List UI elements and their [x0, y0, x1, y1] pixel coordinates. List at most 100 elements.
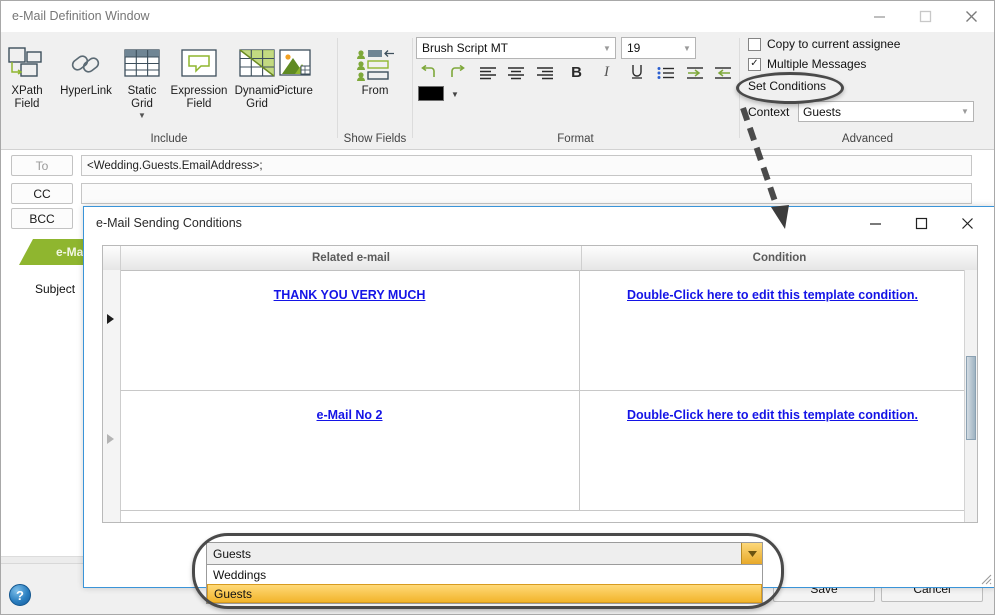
- dialog-title-bar: e-Mail Sending Conditions: [84, 207, 994, 239]
- picture-label: Picture: [277, 85, 313, 97]
- checkbox-box: ✓: [748, 57, 761, 71]
- cell-related-email[interactable]: e-Mail No 2: [120, 390, 580, 510]
- hyperlink-button[interactable]: HyperLink: [53, 38, 119, 98]
- ribbon-group-label-show-fields: Show Fields: [343, 133, 407, 145]
- multiple-messages-checkbox[interactable]: ✓ Multiple Messages: [748, 57, 866, 71]
- expression-field-icon: [167, 38, 231, 82]
- edit-condition-link[interactable]: Double-Click here to edit this template …: [627, 408, 918, 422]
- dynamic-grid-label-2: Grid: [246, 98, 268, 110]
- redo-icon[interactable]: [445, 61, 470, 85]
- expression-field-label-2: Field: [186, 98, 212, 110]
- row-selector-arrow[interactable]: [107, 434, 114, 444]
- row-selector-arrow[interactable]: [107, 314, 114, 324]
- copy-to-assignee-checkbox[interactable]: Copy to current assignee: [748, 37, 900, 51]
- from-fields-icon: [347, 38, 403, 82]
- email-sending-conditions-dialog: e-Mail Sending Conditions Related e-mail: [83, 206, 994, 588]
- resize-grip-icon[interactable]: [978, 571, 992, 585]
- xpath-field-label-2: Field: [14, 98, 40, 110]
- cc-button[interactable]: CC: [11, 183, 73, 204]
- to-input[interactable]: <Wedding.Guests.EmailAddress>;: [81, 155, 972, 176]
- underline-icon[interactable]: [624, 60, 649, 84]
- chevron-down-icon[interactable]: ▼: [599, 44, 615, 53]
- color-dropdown-caret-icon[interactable]: ▼: [451, 90, 459, 99]
- related-email-link[interactable]: e-Mail No 2: [317, 408, 383, 422]
- minimize-icon[interactable]: [852, 209, 898, 237]
- subject-label: Subject: [35, 282, 76, 296]
- edit-condition-link[interactable]: Double-Click here to edit this template …: [627, 288, 918, 302]
- ribbon-toolbar: XPath Field HyperLink Static Grid ▼ Expr…: [1, 32, 994, 150]
- align-center-icon[interactable]: [503, 61, 528, 85]
- picture-icon: [267, 38, 323, 82]
- chevron-down-icon[interactable]: ▼: [957, 107, 973, 116]
- static-grid-caret-icon[interactable]: ▼: [117, 112, 167, 120]
- help-icon[interactable]: ?: [9, 584, 31, 606]
- static-grid-label-1: Static: [127, 85, 157, 97]
- multiple-messages-label: Multiple Messages: [767, 57, 867, 71]
- copy-to-assignee-label: Copy to current assignee: [767, 37, 901, 51]
- context-combo[interactable]: Guests ▼: [798, 101, 974, 122]
- conditions-grid: Related e-mail Condition THANK YOU VERY …: [102, 245, 978, 523]
- bullet-list-icon[interactable]: [653, 61, 678, 85]
- hyperlink-label: HyperLink: [60, 85, 112, 97]
- maximize-icon[interactable]: [902, 1, 948, 32]
- expression-field-label-1: Expression: [170, 85, 228, 97]
- cell-condition[interactable]: Double-Click here to edit this template …: [581, 390, 964, 510]
- related-email-link[interactable]: THANK YOU VERY MUCH: [274, 288, 426, 302]
- xpath-field-icon: [3, 38, 51, 82]
- ribbon-group-label-advanced: Advanced: [841, 133, 894, 145]
- grid-row-indicator-column: [103, 270, 121, 522]
- xpath-field-label-1: XPath: [11, 85, 43, 97]
- window-title: e-Mail Definition Window: [12, 9, 150, 23]
- table-row[interactable]: e-Mail No 2 Double-Click here to edit th…: [120, 390, 977, 511]
- scrollbar-thumb[interactable]: [966, 356, 976, 440]
- from-label: From: [361, 85, 389, 97]
- ribbon-group-format: Brush Script MT ▼ 19 ▼ B I ▼ Format: [413, 32, 738, 149]
- cell-condition[interactable]: Double-Click here to edit this template …: [581, 270, 964, 390]
- minimize-icon[interactable]: [856, 1, 902, 32]
- static-grid-label-2: Grid: [131, 98, 153, 110]
- cell-related-email[interactable]: THANK YOU VERY MUCH: [120, 270, 580, 390]
- font-size-combo[interactable]: 19 ▼: [621, 37, 696, 59]
- static-grid-button[interactable]: Static Grid ▼: [117, 38, 167, 120]
- ribbon-group-label-format: Format: [557, 133, 594, 145]
- hyperlink-icon: [53, 38, 119, 82]
- email-definition-window: e-Mail Definition Window XPath Field Hyp…: [0, 0, 995, 615]
- context-label: Context: [748, 105, 790, 119]
- checkbox-box: [748, 37, 761, 51]
- cc-label: CC: [33, 186, 51, 201]
- bcc-button[interactable]: BCC: [11, 208, 73, 229]
- table-row[interactable]: THANK YOU VERY MUCH Double-Click here to…: [120, 270, 977, 391]
- picture-button[interactable]: Picture: [267, 38, 323, 98]
- increase-indent-icon[interactable]: [682, 61, 707, 85]
- font-family-value: Brush Script MT: [422, 41, 509, 55]
- font-color-swatch[interactable]: [418, 86, 444, 101]
- undo-icon[interactable]: [416, 61, 441, 85]
- maximize-icon[interactable]: [898, 209, 944, 237]
- font-family-combo[interactable]: Brush Script MT ▼: [416, 37, 616, 59]
- set-conditions-highlight: [736, 72, 844, 104]
- grid-header-corner: [103, 246, 120, 270]
- to-button[interactable]: To: [11, 155, 73, 176]
- chevron-down-icon[interactable]: ▼: [679, 44, 695, 53]
- close-icon[interactable]: [944, 209, 990, 237]
- italic-icon[interactable]: I: [594, 60, 619, 84]
- to-value: <Wedding.Guests.EmailAddress>;: [87, 159, 263, 172]
- title-bar: e-Mail Definition Window: [1, 1, 994, 32]
- column-header-related-email[interactable]: Related e-mail: [121, 246, 581, 270]
- expression-field-button[interactable]: Expression Field: [167, 38, 231, 111]
- from-button[interactable]: From: [347, 38, 403, 98]
- bold-icon[interactable]: B: [564, 60, 589, 84]
- align-right-icon[interactable]: [532, 61, 557, 85]
- cc-input[interactable]: [81, 183, 972, 204]
- xpath-field-button[interactable]: XPath Field: [3, 38, 51, 111]
- grid-vertical-scrollbar[interactable]: [964, 270, 977, 522]
- grid-header: Related e-mail Condition: [103, 246, 977, 271]
- static-grid-icon: [117, 38, 167, 82]
- close-icon[interactable]: [948, 1, 994, 32]
- align-left-icon[interactable]: [475, 61, 500, 85]
- column-header-condition[interactable]: Condition: [582, 246, 977, 270]
- dialog-window-controls: [852, 209, 990, 237]
- dialog-title: e-Mail Sending Conditions: [96, 216, 242, 230]
- checkmark-icon: ✓: [750, 58, 759, 69]
- decrease-indent-icon[interactable]: [710, 61, 735, 85]
